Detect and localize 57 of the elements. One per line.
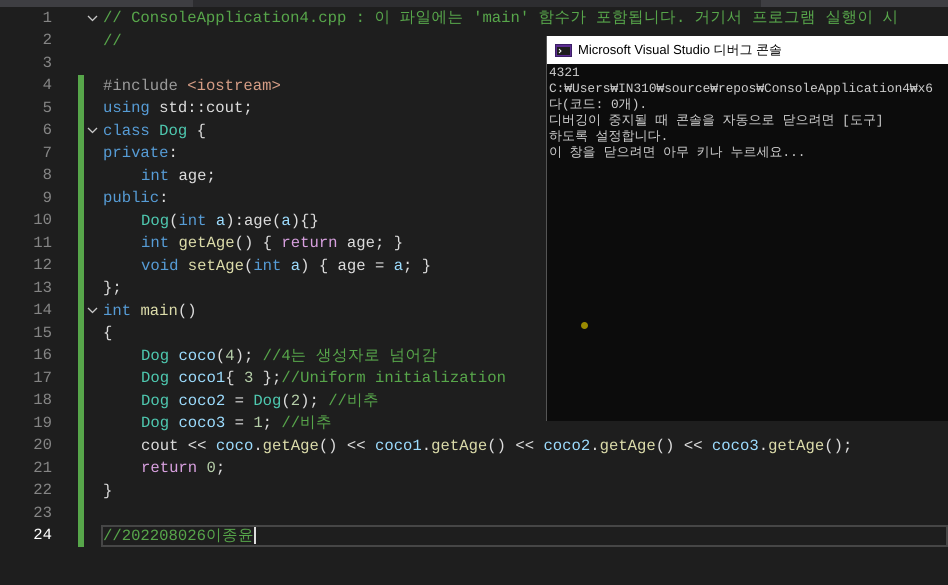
code-line: #include <iostream>	[102, 76, 282, 96]
line-number: 4	[42, 75, 52, 96]
line-number: 12	[32, 255, 52, 276]
code-line: {	[102, 323, 114, 344]
line-number: 3	[42, 52, 52, 74]
console-output-line: 4321	[549, 65, 580, 81]
code-line: Dog(int a):age(a){}	[140, 210, 320, 232]
code-line: int getAge() { return age; }	[140, 233, 404, 254]
line-number: 13	[32, 278, 52, 299]
code-line: int age;	[140, 166, 217, 186]
line-number: 5	[42, 98, 52, 119]
line-number: 14	[32, 300, 52, 322]
code-line: }	[102, 480, 114, 502]
code-line: };	[102, 278, 123, 299]
code-line: //	[102, 30, 123, 52]
console-output-line: 다(코드: 0개).	[549, 97, 648, 113]
code-line: public:	[102, 188, 170, 209]
line-number: 11	[32, 232, 52, 254]
code-line: using std::cout;	[102, 98, 254, 119]
line-number: 16	[32, 345, 52, 366]
line-number: 20	[32, 435, 52, 456]
line-number: 21	[32, 458, 52, 479]
console-output-line: 하도록 설정합니다.	[549, 129, 668, 145]
line-number: 19	[32, 412, 52, 434]
line-number: 15	[32, 322, 52, 344]
line-number: 6	[42, 120, 52, 142]
code-line: Dog coco2 = Dog(2); //비추	[140, 390, 380, 412]
dot-icon	[581, 322, 588, 329]
line-number: 17	[32, 368, 52, 389]
line-number: 8	[42, 165, 52, 186]
code-line: class Dog {	[102, 120, 207, 142]
line-number: 10	[32, 210, 52, 232]
collapse-chevron-icon[interactable]	[87, 307, 98, 314]
code-line: int main()	[102, 300, 198, 322]
line-number: 2	[42, 30, 52, 52]
code-line: Dog coco(4); //4는 생성자로 넘어감	[140, 346, 438, 366]
collapse-chevron-icon[interactable]	[87, 14, 98, 22]
code-line: Dog coco3 = 1; //비추	[140, 413, 334, 434]
line-number: 7	[42, 142, 52, 164]
console-app-icon	[555, 44, 572, 56]
line-number: 1	[42, 8, 52, 29]
collapse-chevron-icon[interactable]	[87, 127, 98, 134]
console-output-line: 이 창을 닫으려면 아무 키나 누르세요...	[549, 145, 806, 161]
line-number: 23	[32, 502, 52, 524]
code-line: // ConsoleApplication4.cpp : 이 파일에는 'main' 함수가 포함됩니다. 거기서 프로그램 실행이 시	[102, 8, 900, 29]
code-line: return 0;	[140, 458, 226, 479]
console-title: Microsoft Visual Studio 디버그 콘솔	[578, 41, 782, 60]
code-line: cout << coco.getAge() << coco1.getAge() << coco2.getAge() << coco3.getAge();	[140, 436, 854, 456]
line-number: 22	[32, 480, 52, 502]
line-number: 9	[42, 188, 52, 209]
console-output-line: C:₩Users₩IN310₩source₩repos₩ConsoleApplication4₩x6	[549, 81, 933, 97]
line-number: 18	[32, 390, 52, 412]
line-number: 24	[32, 525, 52, 546]
code-line: Dog coco1{ 3 };//Uniform initialization	[140, 368, 507, 389]
code-line: void setAge(int a) { age = a; }	[140, 256, 432, 276]
code-line: private:	[102, 143, 179, 164]
console-output-line: 디버깅이 중지될 때 콘솔을 자동으로 닫으려면 [도구]	[549, 113, 884, 129]
